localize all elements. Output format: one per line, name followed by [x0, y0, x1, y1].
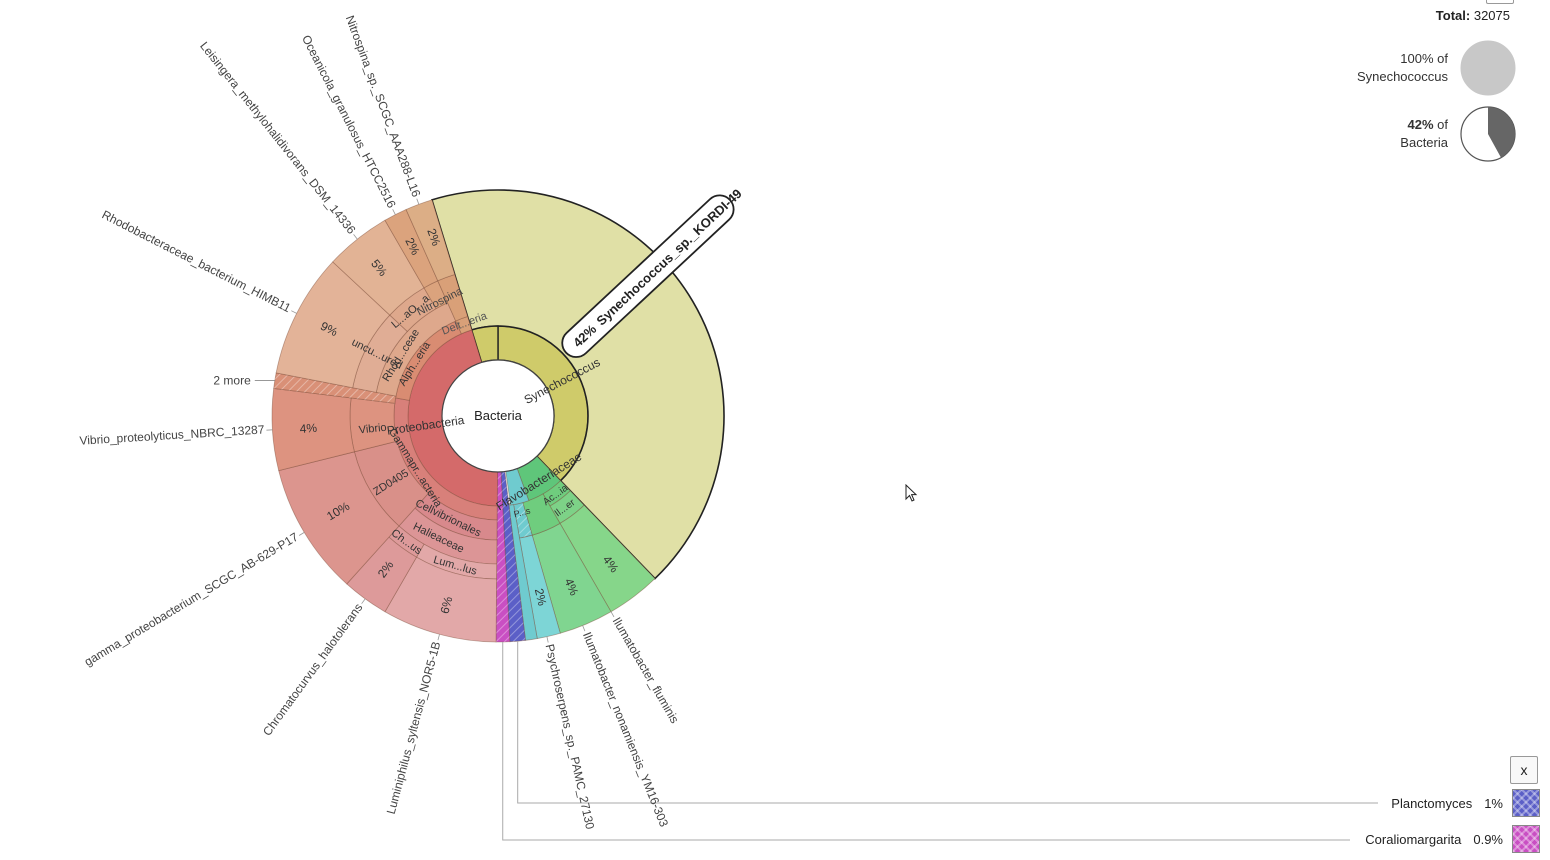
legend-pct: 0.9% [1473, 831, 1503, 847]
pie-genus-disc [1460, 40, 1516, 96]
legend-pct: 1% [1484, 795, 1503, 811]
leader-line [437, 634, 440, 641]
mouse-cursor-icon [905, 484, 918, 502]
label-2-more[interactable]: 2 more [213, 374, 251, 388]
total-label: Total: [1435, 8, 1471, 23]
label-luminiphilus-syltensis: Luminiphilus_syltensis_NOR5-1B [384, 640, 444, 816]
pie-summary-root: 42% of Bacteria [1400, 106, 1516, 162]
close-details-button[interactable]: x [1510, 756, 1538, 784]
label-rhodobacteraceae-himb11: Rhodobacteraceae_bacterium_HIMB11 [100, 207, 294, 315]
pie-genus-name: Synechococcus [1356, 69, 1448, 84]
legend-name: Coraliomargarita [1365, 831, 1462, 847]
leader-line [291, 310, 297, 314]
legend-item-coraliomargarita[interactable]: Coraliomargarita 0.9% [1365, 825, 1540, 853]
sunburst-chart[interactable]: BacteriaProteobacteriaSynechococcusFlavo… [0, 0, 1550, 860]
pie-root-of: of [1437, 117, 1448, 132]
pie-genus-of: of [1437, 51, 1448, 66]
center-root-label: Bacteria [474, 408, 522, 423]
pie-root-chart [1460, 106, 1516, 162]
legend-swatch [1512, 825, 1540, 853]
pie-root-pct: 42% [1407, 117, 1434, 132]
options-button[interactable] [1486, 0, 1514, 4]
pie-genus-chart [1460, 40, 1516, 96]
wedge-pct-label: 4% [299, 421, 318, 436]
leader-line [298, 532, 305, 536]
pie-summary-genus: 100% of Synechococcus [1357, 40, 1516, 96]
pie-root-name: Bacteria [1400, 135, 1448, 150]
leader-line [392, 209, 396, 215]
label-vibrio-proteolyticus: Vibrio_proteolyticus_NBRC_13287 [79, 422, 265, 447]
label-gamma-proteobacterium: gamma_proteobacterium_SCGC_AB-629-P17 [82, 530, 301, 669]
total-count: Total: 32075 [1436, 8, 1510, 23]
leader-line [546, 636, 549, 643]
label-leisingera: Leisingera_methylohalidivorans_DSM_14336 [197, 39, 358, 237]
label-ilumatobacter-nonamiensis: Ilumatobacter_nonamiensis_YM16-303 [580, 630, 671, 829]
total-value: 32075 [1473, 8, 1510, 23]
leader-line [582, 625, 586, 632]
label-chromatocurvus-halotolerans: Chromatocurvus_halotolerans [260, 601, 365, 739]
pie-genus-pct: 100% [1400, 51, 1434, 66]
legend-name: Planctomyces [1391, 795, 1473, 811]
leader-line [353, 234, 358, 240]
leader-line [416, 198, 420, 205]
legend-item-planctomyces[interactable]: Planctomyces 1% [1391, 789, 1540, 817]
leader-line [610, 611, 615, 618]
legend-swatch [1512, 789, 1540, 817]
leader-line [361, 598, 366, 604]
